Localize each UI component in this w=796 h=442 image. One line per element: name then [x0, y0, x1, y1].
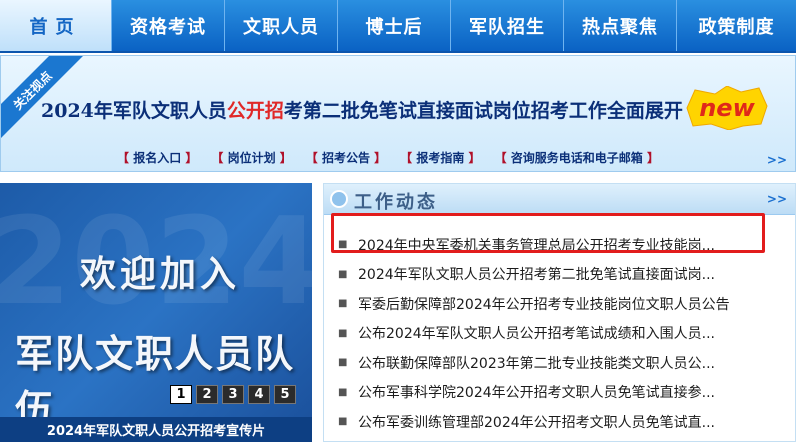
bullet-icon: ■	[338, 416, 348, 428]
nav-item-home[interactable]: 首页	[0, 0, 112, 51]
work-news-panel: 工作动态 >> ■ 2024年中央军委机关事务管理总局公开招考专业技能岗... ■…	[323, 183, 796, 442]
nav-item-hot-topics[interactable]: 热点聚焦	[564, 0, 677, 51]
new-badge-text: new	[699, 94, 755, 122]
news-list: ■ 2024年中央军委机关事务管理总局公开招考专业技能岗... ■ 2024年军队文…	[338, 230, 730, 437]
bullet-icon: ■	[338, 239, 348, 251]
slide-pager: 1 2 3 4 5	[170, 385, 296, 404]
headline-link[interactable]: 2024年军队文职人员公开招考第二批免笔试直接面试岗位招考工作全面展开	[41, 96, 683, 123]
headline-banner: 关注视点 2024年军队文职人员公开招考第二批免笔试直接面试岗位招考工作全面展开…	[0, 55, 796, 172]
news-item[interactable]: ■ 公布2024年军队文职人员公开招考笔试成绩和入围人员...	[338, 319, 730, 349]
main-nav: 首页 资格考试 文职人员 博士后 军队招生 热点聚焦 政策制度	[0, 0, 796, 53]
slide-page-5[interactable]: 5	[274, 385, 296, 404]
new-badge-icon: new	[686, 86, 768, 130]
headline-text-post: 考第二批免笔试直接面试岗位招考工作全面展开	[283, 100, 683, 122]
headline-text-pre: 2024年军队文职人员	[41, 100, 227, 122]
nav-item-policies[interactable]: 政策制度	[677, 0, 796, 51]
banner-more-link[interactable]: >>	[767, 153, 787, 167]
news-item[interactable]: ■ 公布军委训练管理部2024年公开招考文职人员免笔试直...	[338, 407, 730, 437]
link-contact-info[interactable]: 【 咨询服务电话和电子邮箱 】	[495, 149, 659, 166]
banner-links: 【 报名入口 】 【 岗位计划 】 【 招考公告 】 【 报考指南 】 【 咨询…	[117, 149, 659, 166]
slide-page-4[interactable]: 4	[248, 385, 270, 404]
link-recruitment-notice[interactable]: 【 招考公告 】	[306, 149, 386, 166]
bullet-icon: ■	[338, 268, 348, 280]
news-more-link[interactable]: >>	[767, 192, 787, 206]
bullet-icon: ■	[338, 357, 348, 369]
promo-caption[interactable]: 2024年军队文职人员公开招考宣传片	[0, 417, 312, 442]
promo-title-line1: 欢迎加入	[80, 254, 241, 295]
link-registration[interactable]: 【 报名入口 】	[117, 149, 197, 166]
link-application-guide[interactable]: 【 报考指南 】	[400, 149, 480, 166]
nav-item-postdoc[interactable]: 博士后	[338, 0, 451, 51]
nav-item-civilian-staff[interactable]: 文职人员	[225, 0, 338, 51]
link-position-plan[interactable]: 【 岗位计划 】	[211, 149, 291, 166]
news-item[interactable]: ■ 公布联勤保障部队2023年第二批专业技能类文职人员公...	[338, 348, 730, 378]
headline-text-red: 公开招	[226, 100, 284, 122]
slide-page-1[interactable]: 1	[170, 385, 192, 404]
slide-page-3[interactable]: 3	[222, 385, 244, 404]
news-item[interactable]: ■ 2024年军队文职人员公开招考第二批免笔试直接面试岗...	[338, 260, 730, 290]
nav-item-qualification-exam[interactable]: 资格考试	[112, 0, 225, 51]
bullet-icon: ■	[338, 298, 348, 310]
news-item[interactable]: ■ 2024年中央军委机关事务管理总局公开招考专业技能岗...	[338, 230, 730, 260]
promo-slideshow[interactable]: 2024 欢迎加入 军队文职人员队伍 1 2 3 4 5 2024年军队文职人员…	[0, 183, 312, 442]
bullet-icon: ■	[338, 386, 348, 398]
news-item[interactable]: ■ 军委后勤保障部2024年公开招考专业技能岗位文职人员公告	[338, 289, 730, 319]
bullet-icon: ■	[338, 327, 348, 339]
slide-page-2[interactable]: 2	[196, 385, 218, 404]
section-circle-icon	[330, 190, 348, 208]
work-news-header: 工作动态 >>	[324, 184, 795, 215]
nav-item-military-enrollment[interactable]: 军队招生	[451, 0, 564, 51]
work-news-title: 工作动态	[354, 192, 438, 213]
news-item[interactable]: ■ 公布军事科学院2024年公开招考文职人员免笔试直接参...	[338, 378, 730, 408]
